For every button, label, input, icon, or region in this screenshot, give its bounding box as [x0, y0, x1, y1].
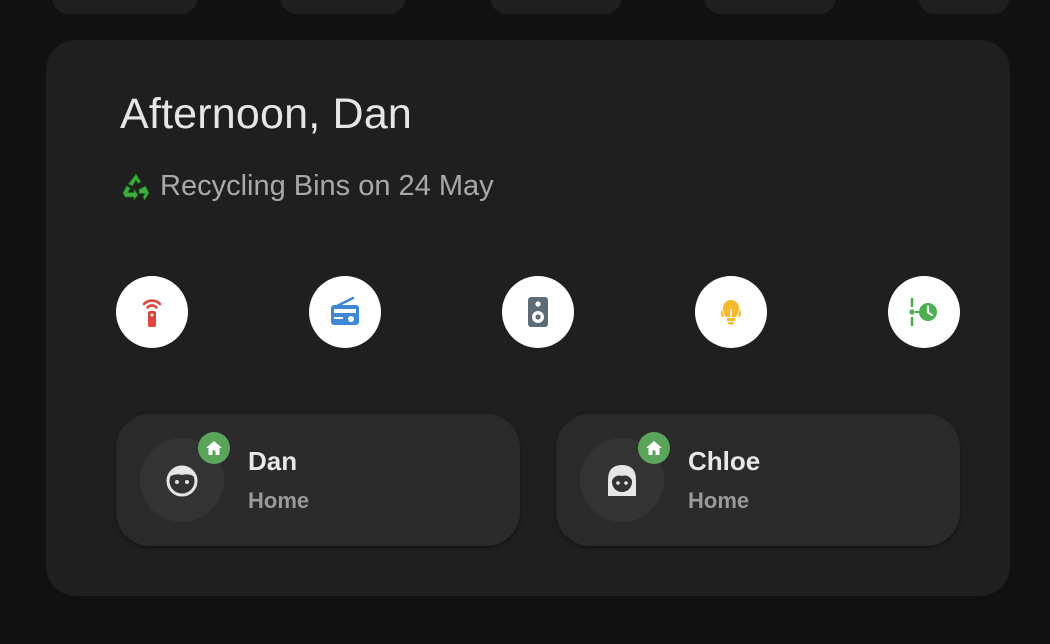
quick-actions	[116, 276, 960, 348]
greeting-title: Afternoon, Dan	[120, 90, 413, 138]
person-state: Home	[248, 488, 310, 513]
person-name: Dan	[248, 446, 298, 476]
top-chip[interactable]	[280, 0, 406, 14]
person-card-chloe[interactable]: Chloe Home	[556, 414, 960, 546]
remote-button[interactable]	[116, 276, 188, 348]
home-status-badge	[638, 432, 670, 464]
person-card-dan[interactable]: Dan Home	[116, 414, 520, 546]
remote-icon	[142, 299, 162, 327]
home-status-badge	[198, 432, 230, 464]
boy-face-icon	[166, 465, 198, 497]
automations-button[interactable]	[888, 276, 960, 348]
person-name: Chloe	[688, 446, 761, 476]
top-chip[interactable]	[490, 0, 622, 14]
radio-button[interactable]	[309, 276, 381, 348]
top-chip[interactable]	[918, 0, 1010, 14]
top-chip[interactable]	[52, 0, 198, 14]
speaker-icon	[528, 297, 548, 327]
speaker-button[interactable]	[502, 276, 574, 348]
top-chip[interactable]	[704, 0, 836, 14]
top-chip-row	[0, 0, 1050, 16]
lights-icon	[721, 300, 741, 325]
person-state: Home	[688, 488, 750, 513]
recycle-icon	[120, 171, 152, 203]
lights-button[interactable]	[695, 276, 767, 348]
girl-face-icon	[608, 465, 636, 496]
reminder-text: Recycling Bins on 24 May	[160, 170, 494, 202]
radio-icon	[331, 296, 359, 325]
timeline-clock-icon	[909, 298, 937, 326]
home-icon	[206, 441, 222, 455]
reminder-line: Recycling Bins on 24 May	[120, 170, 494, 203]
greeting-card: Afternoon, Dan Recycling Bins on 24 May	[46, 40, 1010, 596]
home-icon	[646, 441, 662, 455]
